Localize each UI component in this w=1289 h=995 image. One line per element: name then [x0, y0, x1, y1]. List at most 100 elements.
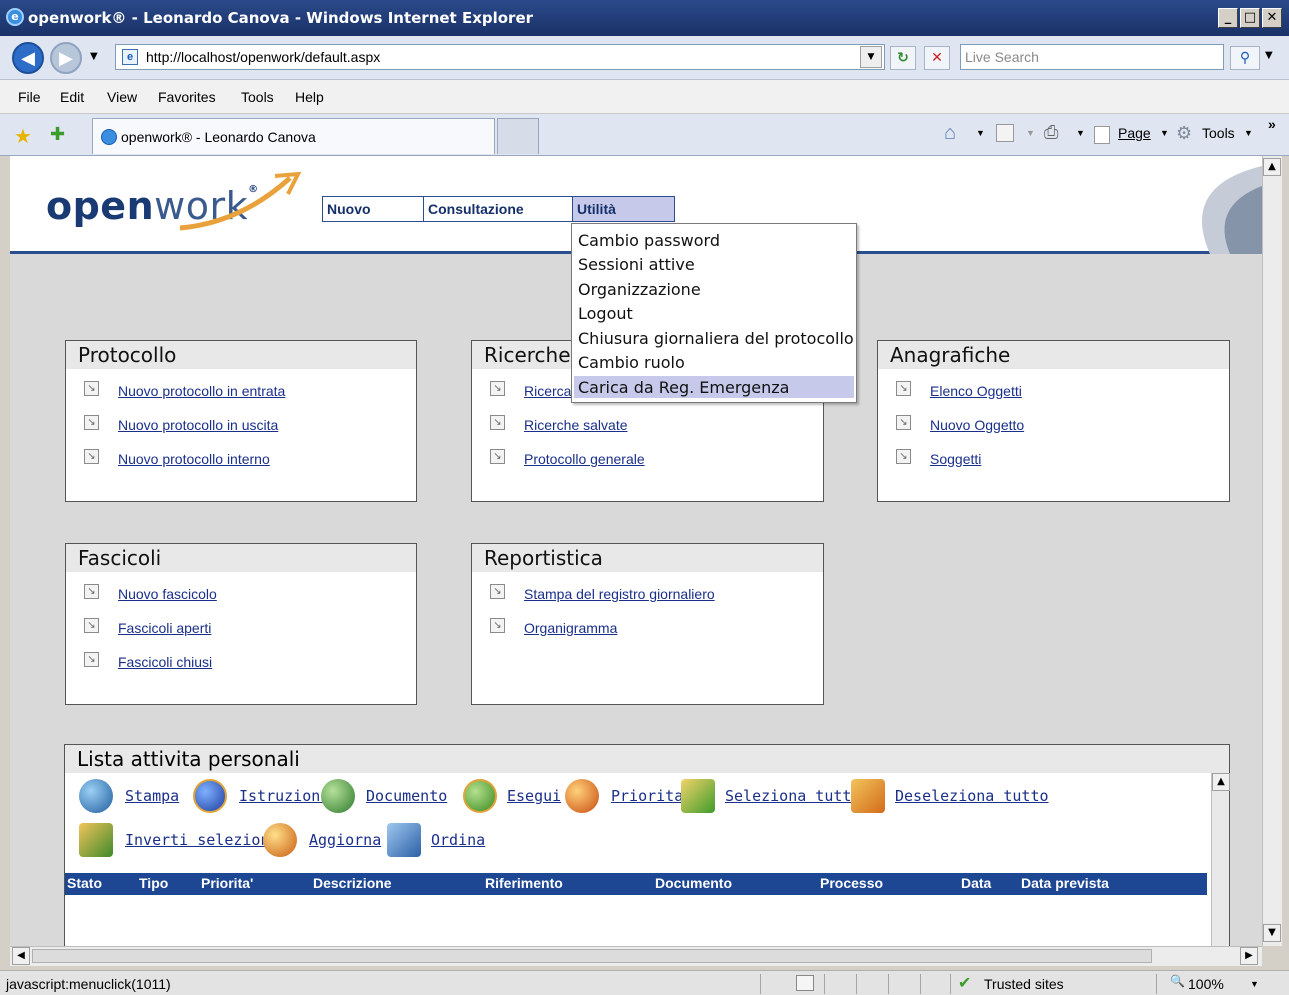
- stop-icon[interactable]: ✕: [924, 46, 950, 70]
- favorites-star-icon[interactable]: ★: [14, 124, 32, 149]
- option-cambio-password[interactable]: Cambio password: [574, 229, 854, 251]
- link-soggetti[interactable]: Soggetti: [930, 451, 981, 467]
- activity-scrollbar[interactable]: ▲: [1211, 773, 1230, 946]
- window-horizontal-scrollbar[interactable]: ◀ ▶: [10, 946, 1262, 966]
- menu-file[interactable]: File: [18, 89, 41, 105]
- scroll-up-icon[interactable]: ▲: [1212, 773, 1230, 791]
- option-cambio-ruolo[interactable]: Cambio ruolo: [574, 351, 854, 373]
- tools-dropdown-icon[interactable]: ▼: [1244, 128, 1253, 138]
- feeds-icon[interactable]: [996, 124, 1014, 142]
- scroll-thumb[interactable]: [32, 949, 1152, 963]
- search-input[interactable]: Live Search: [960, 44, 1224, 70]
- column-priorita[interactable]: Priorita': [201, 875, 253, 891]
- info-icon[interactable]: [193, 779, 227, 813]
- link-nuovo-protocollo-interno[interactable]: Nuovo protocollo interno: [118, 451, 270, 467]
- menu-nuovo[interactable]: Nuovo: [322, 196, 424, 222]
- ie-logo-icon: e: [6, 8, 24, 26]
- link-stampa-registro[interactable]: Stampa del registro giornaliero: [524, 586, 715, 602]
- tools-menu[interactable]: Tools: [1202, 125, 1235, 141]
- minimize-button[interactable]: _: [1218, 8, 1238, 28]
- zoom-level[interactable]: 100%: [1188, 976, 1224, 992]
- forward-button[interactable]: ▶: [50, 42, 82, 74]
- link-fascicoli-chiusi[interactable]: Fascicoli chiusi: [118, 654, 212, 670]
- link-fascicoli-aperti[interactable]: Fascicoli aperti: [118, 620, 211, 636]
- link-organigramma[interactable]: Organigramma: [524, 620, 617, 636]
- action-stampa[interactable]: Stampa: [125, 787, 179, 805]
- link-ricerca[interactable]: Ricerca: [524, 383, 571, 399]
- security-zone[interactable]: Trusted sites: [984, 976, 1064, 992]
- search-icon[interactable]: ⚲: [1230, 46, 1260, 70]
- action-istruzioni[interactable]: Istruzioni: [239, 787, 329, 805]
- action-aggiorna[interactable]: Aggiorna: [309, 831, 381, 849]
- page-dropdown-icon[interactable]: ▼: [1160, 128, 1169, 138]
- menu-edit[interactable]: Edit: [60, 89, 84, 105]
- option-carica-reg-emergenza[interactable]: Carica da Reg. Emergenza: [574, 376, 854, 398]
- action-seleziona-tutto[interactable]: Seleziona tutto: [725, 787, 860, 805]
- scroll-up-icon[interactable]: ▲: [1263, 158, 1281, 176]
- menu-utilita[interactable]: Utilità: [572, 196, 675, 222]
- column-descrizione[interactable]: Descrizione: [313, 875, 392, 891]
- menu-favorites[interactable]: Favorites: [158, 89, 216, 105]
- option-organizzazione[interactable]: Organizzazione: [574, 278, 854, 300]
- link-nuovo-protocollo-uscita[interactable]: Nuovo protocollo in uscita: [118, 417, 278, 433]
- document-icon[interactable]: [321, 779, 355, 813]
- history-dropdown-icon[interactable]: ▼: [90, 51, 98, 62]
- zoom-dropdown-icon[interactable]: ▼: [1250, 979, 1259, 989]
- scroll-right-icon[interactable]: ▶: [1240, 947, 1258, 965]
- address-dropdown-icon[interactable]: ▼: [860, 46, 882, 68]
- sort-icon[interactable]: [387, 823, 421, 857]
- option-logout[interactable]: Logout: [574, 302, 854, 324]
- tab-openwork[interactable]: openwork® - Leonardo Canova: [92, 118, 495, 154]
- action-esegui[interactable]: Esegui: [507, 787, 561, 805]
- chevron-more-icon[interactable]: »: [1268, 116, 1276, 132]
- column-documento[interactable]: Documento: [655, 875, 732, 891]
- link-elenco-oggetti[interactable]: Elenco Oggetti: [930, 383, 1022, 399]
- home-dropdown-icon[interactable]: ▼: [976, 128, 985, 138]
- column-processo[interactable]: Processo: [820, 875, 883, 891]
- menu-view[interactable]: View: [107, 89, 137, 105]
- print-icon[interactable]: [79, 779, 113, 813]
- print-icon[interactable]: ⎙: [1044, 122, 1058, 143]
- feeds-dropdown-icon[interactable]: ▼: [1026, 128, 1035, 138]
- link-nuovo-oggetto[interactable]: Nuovo Oggetto: [930, 417, 1024, 433]
- option-chiusura-giornaliera[interactable]: Chiusura giornaliera del protocollo: [574, 327, 854, 349]
- search-options-icon[interactable]: ▼: [1265, 50, 1273, 61]
- play-icon[interactable]: [463, 779, 497, 813]
- maximize-button[interactable]: □: [1240, 8, 1260, 28]
- link-nuovo-fascicolo[interactable]: Nuovo fascicolo: [118, 586, 217, 602]
- panel-title: Anagrafiche: [878, 341, 1229, 369]
- column-tipo[interactable]: Tipo: [139, 875, 168, 891]
- refresh-icon[interactable]: [263, 823, 297, 857]
- menu-tools[interactable]: Tools: [241, 89, 274, 105]
- window-vertical-scrollbar[interactable]: ▲ ▼: [1262, 156, 1282, 946]
- invert-selection-icon[interactable]: [79, 823, 113, 857]
- scroll-down-icon[interactable]: ▼: [1263, 924, 1281, 942]
- link-protocollo-generale[interactable]: Protocollo generale: [524, 451, 645, 467]
- action-documento[interactable]: Documento: [366, 787, 447, 805]
- column-riferimento[interactable]: Riferimento: [485, 875, 563, 891]
- column-stato[interactable]: Stato: [67, 875, 102, 891]
- deselect-all-icon[interactable]: [851, 779, 885, 813]
- back-button[interactable]: ◀: [12, 42, 44, 74]
- scroll-left-icon[interactable]: ◀: [12, 947, 30, 965]
- column-data[interactable]: Data: [961, 875, 991, 891]
- address-field[interactable]: e http://localhost/openwork/default.aspx: [115, 44, 885, 70]
- action-inverti-selezione[interactable]: Inverti selezione: [125, 831, 279, 849]
- add-favorites-icon[interactable]: ✚: [50, 124, 65, 145]
- menu-consultazione[interactable]: Consultazione: [423, 196, 573, 222]
- select-all-icon[interactable]: [681, 779, 715, 813]
- menu-help[interactable]: Help: [295, 89, 324, 105]
- column-data-prevista[interactable]: Data prevista: [1021, 875, 1109, 891]
- print-dropdown-icon[interactable]: ▼: [1076, 128, 1085, 138]
- action-ordina[interactable]: Ordina: [431, 831, 485, 849]
- page-menu[interactable]: Page: [1118, 125, 1151, 141]
- priority-clock-icon[interactable]: [565, 779, 599, 813]
- link-ricerche-salvate[interactable]: Ricerche salvate: [524, 417, 628, 433]
- close-button[interactable]: ✕: [1262, 8, 1282, 28]
- link-nuovo-protocollo-entrata[interactable]: Nuovo protocollo in entrata: [118, 383, 285, 399]
- new-tab-button[interactable]: [497, 118, 539, 154]
- refresh-icon[interactable]: ↻: [890, 46, 916, 70]
- home-icon[interactable]: ⌂: [944, 122, 956, 145]
- action-deseleziona-tutto[interactable]: Deseleziona tutto: [895, 787, 1049, 805]
- option-sessioni-attive[interactable]: Sessioni attive: [574, 253, 854, 275]
